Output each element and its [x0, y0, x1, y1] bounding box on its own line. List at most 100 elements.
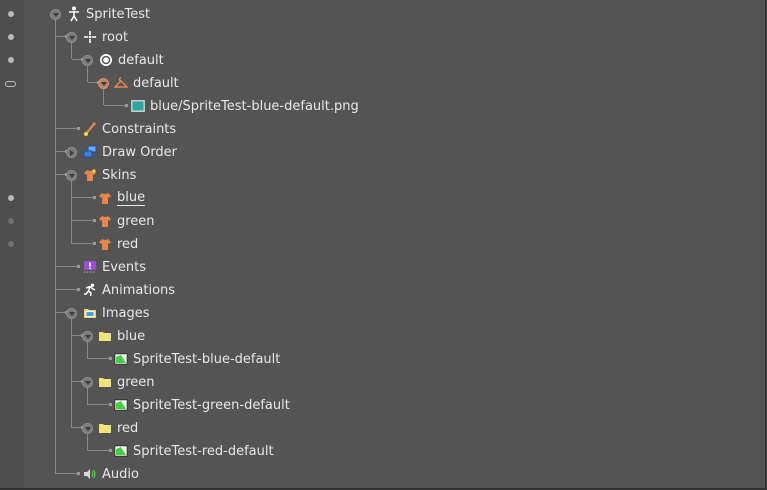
folder-icon [98, 375, 112, 389]
tree-connector [88, 449, 112, 452]
skeleton-icon [67, 6, 81, 22]
tree-node-draw-order[interactable]: Draw Order [0, 141, 765, 164]
tree-connector [56, 150, 68, 153]
tree-connector [56, 288, 80, 291]
node-label: blue/SpriteTest-blue-default.png [150, 99, 359, 114]
node-label: SpriteTest-green-default [133, 398, 290, 413]
tree-connector [88, 403, 112, 406]
tree-node-skin-green[interactable]: green [0, 210, 765, 233]
node-label: Constraints [102, 122, 177, 137]
expand-toggle[interactable] [66, 147, 77, 158]
node-label: default [133, 76, 179, 91]
skin-icon [98, 214, 112, 228]
tree-connector [72, 219, 96, 222]
visibility-dot[interactable] [8, 195, 14, 201]
tree-connector [104, 104, 128, 107]
tree-node-events[interactable]: Events [0, 256, 765, 279]
tree-connector [88, 357, 112, 360]
node-label: SpriteTest-red-default [133, 444, 274, 459]
node-label: Skins [102, 168, 137, 183]
node-label: Images [102, 306, 150, 321]
tree-node-skeleton[interactable]: SpriteTest [0, 3, 765, 26]
folder-icon [98, 329, 112, 343]
node-label: red [117, 237, 139, 252]
tree-node-folder-green[interactable]: green [0, 371, 765, 394]
visibility-dot[interactable] [8, 241, 14, 247]
tree-node-region-attachment[interactable]: blue/SpriteTest-blue-default.png [0, 95, 765, 118]
tree-node-skin-placeholder[interactable]: default [0, 72, 765, 95]
tree-connector [56, 472, 80, 475]
images-icon [83, 306, 97, 320]
bone-icon [83, 30, 97, 44]
skin-icon [98, 237, 112, 251]
node-label: SpriteTest [86, 7, 151, 22]
node-label: default [118, 53, 164, 68]
expand-toggle[interactable] [82, 377, 93, 388]
expand-toggle[interactable] [98, 78, 109, 89]
tree-node-skins[interactable]: Skins [0, 164, 765, 187]
tree-node-constraints[interactable]: Constraints [0, 118, 765, 141]
tree-node-skin-red[interactable]: red [0, 233, 765, 256]
node-label: Animations [102, 283, 176, 298]
tree-node-image[interactable]: SpriteTest-red-default [0, 440, 765, 463]
events-icon [83, 260, 97, 274]
tree-connector [72, 334, 84, 337]
tree-node-skin-blue[interactable]: blue [0, 187, 765, 210]
node-label: Events [102, 260, 147, 275]
tree-connector [72, 58, 84, 61]
tree-node-images[interactable]: Images [0, 302, 765, 325]
tree-connector [72, 380, 84, 383]
node-label: green [117, 375, 155, 390]
node-label: SpriteTest-blue-default [133, 352, 281, 367]
visibility-dot[interactable] [8, 57, 14, 63]
tree-connector [56, 311, 68, 314]
tree-connector [56, 127, 80, 130]
tree-node-root-bone[interactable]: root [0, 26, 765, 49]
tree-connector [72, 196, 96, 199]
skins-icon [83, 168, 97, 182]
tree-connector [72, 426, 84, 429]
tree-node-slot[interactable]: default [0, 49, 765, 72]
folder-icon [98, 421, 112, 435]
expand-toggle[interactable] [66, 170, 77, 181]
tree-connector [56, 173, 68, 176]
tree-node-folder-red[interactable]: red [0, 417, 765, 440]
animations-icon [83, 283, 97, 297]
expand-toggle[interactable] [82, 423, 93, 434]
node-label: Audio [102, 467, 139, 482]
region-attachment-icon [131, 99, 145, 113]
image-icon [114, 352, 128, 366]
tree-panel: SpriteTest root default default blue/Spr… [0, 0, 766, 489]
slot-icon [99, 53, 113, 67]
visibility-dot[interactable] [8, 11, 14, 17]
image-icon [114, 398, 128, 412]
expand-toggle[interactable] [66, 308, 77, 319]
skin-placeholder-icon [114, 76, 128, 90]
node-label: green [117, 214, 155, 229]
tree-connector [88, 81, 100, 84]
tree-node-image[interactable]: SpriteTest-blue-default [0, 348, 765, 371]
expand-toggle[interactable] [82, 331, 93, 342]
visibility-dot[interactable] [8, 218, 14, 224]
node-label: root [102, 30, 129, 45]
tree-connector [72, 242, 96, 245]
tree-node-audio[interactable]: Audio [0, 463, 765, 486]
node-label: blue [117, 329, 146, 344]
constraints-icon [83, 122, 97, 136]
expand-toggle[interactable] [66, 32, 77, 43]
link-icon[interactable] [5, 81, 16, 87]
visibility-dot[interactable] [8, 34, 14, 40]
tree-node-animations[interactable]: Animations [0, 279, 765, 302]
node-label: blue [117, 190, 146, 206]
image-icon [114, 444, 128, 458]
tree-connector [56, 265, 80, 268]
expand-toggle[interactable] [82, 55, 93, 66]
node-label: Draw Order [102, 145, 178, 160]
tree-connector [56, 35, 68, 38]
tree-node-image[interactable]: SpriteTest-green-default [0, 394, 765, 417]
tree-node-folder-blue[interactable]: blue [0, 325, 765, 348]
node-label: red [117, 421, 139, 436]
audio-icon [83, 467, 97, 481]
expand-toggle[interactable] [50, 9, 61, 20]
skin-icon [98, 191, 112, 205]
